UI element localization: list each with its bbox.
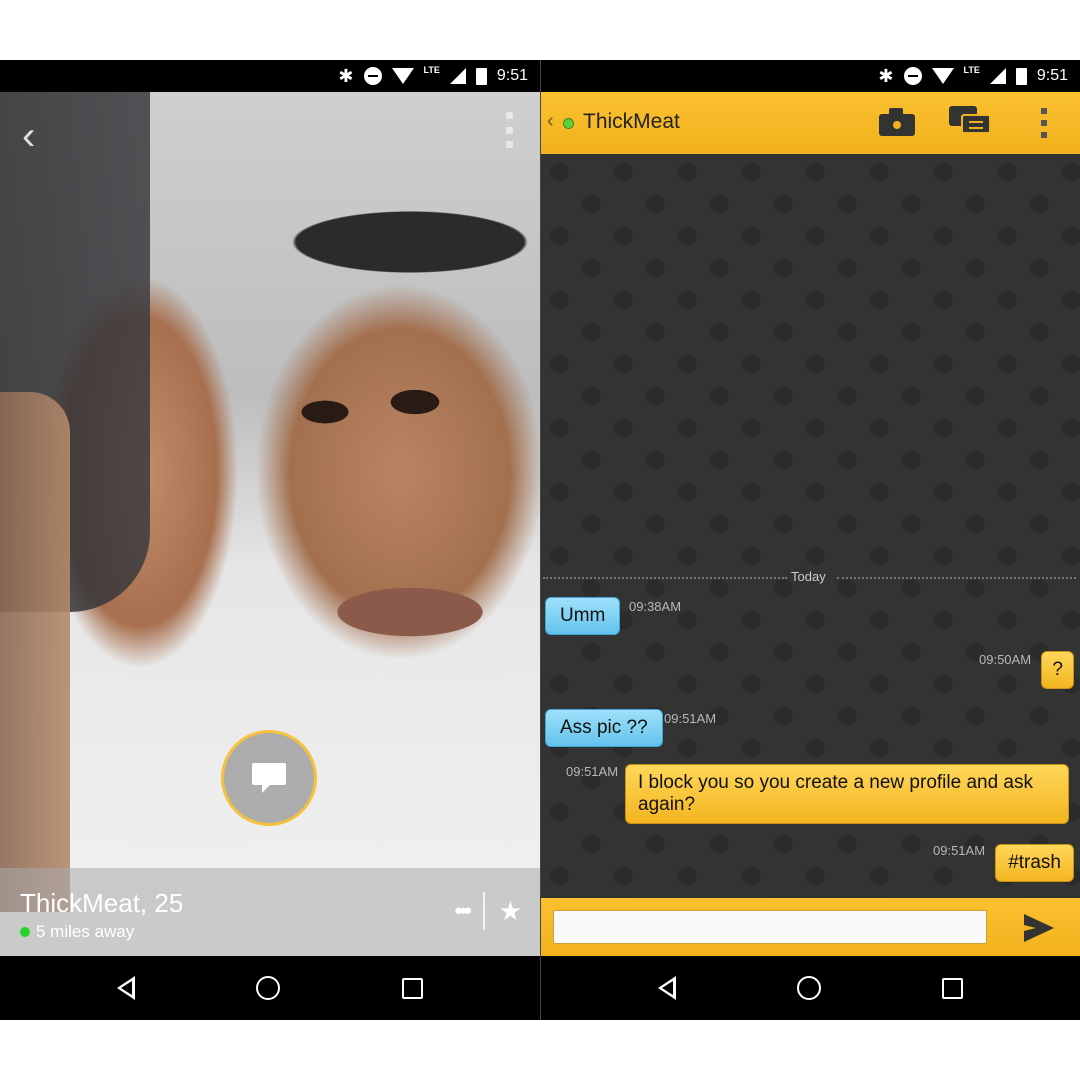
home-icon[interactable] (796, 976, 821, 1000)
status-icons: ✱ LTE 9:51 (878, 60, 1068, 92)
profile-info-bar: ThickMeat, 25 5 miles away ••• ★ (0, 868, 540, 956)
bluetooth-icon: ✱ (338, 65, 354, 86)
home-icon[interactable] (256, 976, 281, 1000)
chat-toolbar: ‹ ThickMeat (541, 92, 1080, 154)
chat-screen: ✱ LTE 9:51 ‹ ThickMeat Today Umm 09:38AM… (540, 60, 1080, 1020)
message-bubble-incoming[interactable]: Ass pic ?? (545, 709, 663, 747)
profile-name-age: ThickMeat, 25 (20, 888, 184, 918)
status-bar: ✱ LTE 9:51 (541, 60, 1080, 92)
profile-photo[interactable] (0, 92, 540, 956)
saved-phrases-icon[interactable] (949, 106, 991, 138)
profile-screen: ✱ LTE 9:51 ‹ ThickMeat, 25 5 miles away … (0, 60, 540, 1020)
status-time: 9:51 (1036, 67, 1068, 84)
navigation-bar (0, 956, 540, 1020)
message-list[interactable]: Today Umm 09:38AM ? 09:50AM Ass pic ?? 0… (541, 154, 1080, 898)
date-separator: Today (541, 568, 1080, 588)
back-icon[interactable] (657, 976, 676, 1000)
signal-icon (989, 68, 1006, 84)
more-options-button[interactable]: ••• (455, 900, 472, 922)
message-timestamp: 09:51AM (933, 843, 986, 858)
bluetooth-icon: ✱ (878, 65, 894, 86)
send-icon[interactable] (1024, 914, 1054, 942)
signal-icon (449, 68, 466, 84)
status-icons: ✱ LTE 9:51 (338, 60, 528, 92)
favorite-star-icon[interactable]: ★ (499, 898, 522, 924)
status-time: 9:51 (496, 67, 528, 84)
wifi-icon (931, 68, 954, 84)
message-timestamp: 09:38AM (629, 599, 682, 614)
profile-distance-row: 5 miles away (20, 922, 134, 942)
message-bubble-outgoing[interactable]: #trash (995, 844, 1074, 882)
chat-contact-name[interactable]: ThickMeat (583, 110, 680, 134)
message-composer (541, 898, 1080, 956)
device-frame: ✱ LTE 9:51 ‹ ThickMeat, 25 5 miles away … (0, 60, 1080, 1020)
overflow-menu-icon[interactable] (504, 112, 514, 148)
back-chevron-icon[interactable]: ‹ (547, 110, 554, 133)
recents-icon[interactable] (942, 977, 964, 999)
message-bubble-outgoing[interactable]: ? (1041, 651, 1074, 689)
date-label: Today (791, 569, 826, 584)
camera-icon[interactable] (879, 108, 915, 136)
lte-indicator: LTE (963, 65, 980, 75)
profile-actions: ••• ★ (455, 892, 522, 930)
message-input[interactable] (553, 910, 987, 944)
wifi-icon (391, 68, 414, 84)
online-status-icon (20, 927, 30, 937)
back-icon[interactable] (116, 976, 135, 1000)
message-bubble-incoming[interactable]: Umm (545, 597, 621, 635)
battery-icon (475, 67, 487, 85)
action-divider (482, 892, 485, 930)
message-timestamp: 09:51AM (566, 764, 619, 779)
start-chat-button[interactable] (221, 730, 317, 826)
online-status-icon (563, 118, 574, 129)
overflow-menu-icon[interactable] (1041, 108, 1049, 138)
back-chevron-icon[interactable]: ‹ (22, 116, 46, 158)
message-timestamp: 09:51AM (664, 711, 717, 726)
profile-distance: 5 miles away (36, 922, 135, 941)
chat-bubble-icon (252, 763, 286, 793)
recents-icon[interactable] (402, 977, 424, 999)
message-timestamp: 09:50AM (979, 652, 1032, 667)
do-not-disturb-icon (903, 67, 922, 85)
battery-icon (1015, 67, 1027, 85)
message-bubble-outgoing[interactable]: I block you so you create a new profile … (625, 764, 1069, 824)
navigation-bar (541, 956, 1080, 1020)
lte-indicator: LTE (423, 65, 440, 75)
do-not-disturb-icon (363, 67, 382, 85)
status-bar: ✱ LTE 9:51 (0, 60, 540, 92)
